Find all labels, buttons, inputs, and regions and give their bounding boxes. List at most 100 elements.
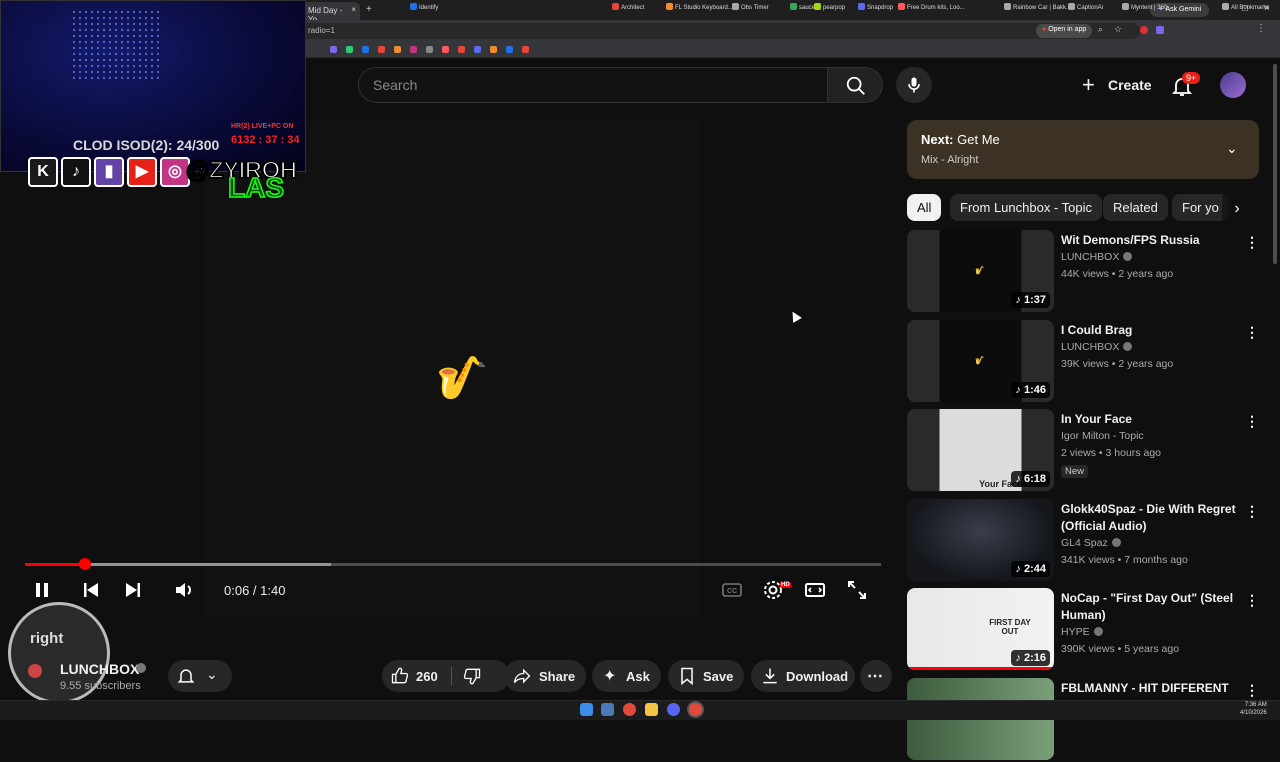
chevron-right-icon[interactable]: ›	[1222, 195, 1252, 222]
bookmark-item[interactable]: Myntent | 360	[1122, 3, 1167, 11]
bookmark-item[interactable]: Architect	[612, 3, 644, 11]
bookmark-item[interactable]: Obs Timer	[732, 3, 769, 11]
more-vertical-icon[interactable]: ⋮	[1245, 324, 1259, 341]
channel-avatar[interactable]	[28, 664, 42, 678]
more-vertical-icon[interactable]: ⋮	[1245, 592, 1259, 609]
bookmark-favicon-icon[interactable]	[330, 46, 337, 53]
bookmark-favicon-icon[interactable]	[490, 46, 497, 53]
theater-mode-button[interactable]	[803, 578, 829, 604]
captions-button[interactable]: CC	[720, 578, 746, 604]
zoom-icon[interactable]: ⌕	[1098, 24, 1103, 35]
chrome-icon[interactable]	[623, 703, 636, 716]
progress-scrubber[interactable]	[79, 558, 91, 570]
video-title[interactable]: I Could Brag	[1061, 322, 1251, 339]
ask-button[interactable]: ✦ Ask	[592, 660, 661, 692]
video-title[interactable]: NoCap - "First Day Out" (Steel Human)	[1061, 590, 1251, 624]
more-vertical-icon[interactable]: ⋮	[1245, 682, 1259, 699]
bookmark-favicon-icon[interactable]	[458, 46, 465, 53]
pause-button[interactable]	[30, 578, 56, 604]
avatar[interactable]	[1220, 72, 1246, 98]
recommendation-item[interactable]: FIRST DAY OUT ♪ 2:16 NoCap - "First Day Ou…	[907, 588, 1267, 672]
video-title[interactable]: Wit Demons/FPS Russia	[1061, 232, 1251, 249]
filter-chip[interactable]: For yo	[1172, 194, 1229, 221]
dislike-button[interactable]	[456, 660, 504, 692]
open-in-app-button[interactable]: ● Open in app	[1036, 24, 1093, 38]
bookmark-favicon-icon[interactable]	[522, 46, 529, 53]
video-title[interactable]: In Your Face	[1061, 411, 1251, 428]
bookmark-item[interactable]: Rainbow Car | Bakk...	[1004, 3, 1071, 11]
video-channel[interactable]: Igor Milton - Topic	[1061, 430, 1144, 442]
video-channel[interactable]: GL4 Spaz	[1061, 537, 1121, 549]
video-thumbnail[interactable]: FIRST DAY OUT ♪ 2:16	[907, 588, 1054, 670]
bookmark-item[interactable]: sauce	[790, 3, 815, 11]
chrome-active-icon[interactable]	[689, 703, 702, 716]
create-button[interactable]: + Create	[1072, 67, 1158, 103]
task-view-icon[interactable]	[601, 703, 614, 716]
chevron-down-icon[interactable]: ⌄	[1226, 140, 1238, 157]
video-channel[interactable]: LUNCHBOX	[1061, 341, 1133, 353]
up-next-panel[interactable]	[907, 120, 1259, 179]
share-button[interactable]: Share	[504, 660, 586, 692]
address-bar[interactable]: radio=1	[300, 23, 1140, 39]
video-channel[interactable]: LUNCHBOX	[1061, 251, 1133, 263]
filter-chip[interactable]: From Lunchbox - Topic	[950, 194, 1102, 221]
bookmark-item[interactable]: CaptionAi	[1068, 3, 1103, 11]
scrollbar-thumb[interactable]	[1273, 64, 1277, 264]
bookmark-item[interactable]: Identify	[410, 3, 438, 11]
save-button[interactable]: Save	[668, 660, 744, 692]
fullscreen-button[interactable]	[845, 578, 871, 604]
bookmark-favicon-icon[interactable]	[426, 46, 433, 53]
bookmark-favicon-icon[interactable]	[506, 46, 513, 53]
record-extension-icon[interactable]	[1140, 26, 1148, 34]
file-explorer-icon[interactable]	[645, 703, 658, 716]
bookmark-item[interactable]: Snapdrop	[858, 3, 893, 11]
filter-chip[interactable]: All	[907, 194, 942, 221]
discord-icon[interactable]	[667, 703, 680, 716]
bookmark-item[interactable]: All Bookmarks	[1222, 3, 1269, 11]
bookmark-item[interactable]: pearpop	[814, 3, 845, 11]
channel-name[interactable]: LUNCHBOX	[60, 661, 139, 677]
more-vertical-icon[interactable]: ⋮	[1245, 234, 1259, 251]
windows-start-icon[interactable]	[580, 703, 593, 716]
recommendation-item[interactable]: FBLMANNY - HIT DIFFERENT ⋮	[907, 678, 1267, 762]
like-button[interactable]: 260	[382, 660, 450, 692]
more-actions-button[interactable]: ⋯	[860, 660, 892, 692]
bookmark-item[interactable]: Free Drum kits, Loo...	[898, 3, 965, 11]
video-thumbnail[interactable]: ♪ 2:44	[907, 499, 1054, 581]
new-tab-button[interactable]: +	[366, 4, 372, 15]
next-button[interactable]	[121, 578, 147, 604]
extension-icon[interactable]	[1156, 26, 1164, 34]
tab-youtube[interactable]: Mid Day - Yo ×	[300, 2, 360, 24]
browser-menu-icon[interactable]: ⋮	[1256, 23, 1266, 34]
video-thumbnail[interactable]: Your Face ♪ 6:18	[907, 409, 1054, 491]
recommendation-item[interactable]: 🎷 ♪ 1:37 Wit Demons/FPS Russia LUNCHBOX 44K …	[907, 230, 1267, 314]
bookmark-item[interactable]: FL Studio Keyboard...	[666, 3, 733, 11]
bookmark-favicon-icon[interactable]	[474, 46, 481, 53]
video-thumbnail[interactable]: 🎷 ♪ 1:46	[907, 320, 1054, 402]
volume-button[interactable]	[173, 578, 199, 604]
voice-search-button[interactable]	[896, 67, 932, 103]
video-title[interactable]: Glokk40Spaz - Die With Regret (Official …	[1061, 501, 1251, 535]
bookmark-favicon-icon[interactable]	[378, 46, 385, 53]
subscription-bell-button[interactable]: ⌄	[168, 660, 232, 692]
search-input[interactable]: Search	[358, 67, 828, 103]
video-title[interactable]: FBLMANNY - HIT DIFFERENT	[1061, 680, 1251, 697]
previous-button[interactable]	[79, 578, 105, 604]
bookmark-favicon-icon[interactable]	[410, 46, 417, 53]
more-vertical-icon[interactable]: ⋮	[1245, 503, 1259, 520]
filter-chip[interactable]: Related	[1103, 194, 1168, 221]
bookmark-favicon-icon[interactable]	[362, 46, 369, 53]
recommendation-item[interactable]: Your Face ♪ 6:18 In Your Face Igor Milton -…	[907, 409, 1267, 493]
download-button[interactable]: Download	[751, 660, 855, 692]
recommendation-item[interactable]: ♪ 2:44 Glokk40Spaz - Die With Regret (Off…	[907, 499, 1267, 583]
more-vertical-icon[interactable]: ⋮	[1245, 413, 1259, 430]
tab-close-icon[interactable]: ×	[351, 5, 356, 14]
bookmark-favicon-icon[interactable]	[442, 46, 449, 53]
recommendation-item[interactable]: 🎷 ♪ 1:46 I Could Brag LUNCHBOX 39K views • 2…	[907, 320, 1267, 404]
bookmark-favicon-icon[interactable]	[394, 46, 401, 53]
search-button[interactable]	[827, 67, 883, 103]
bookmark-favicon-icon[interactable]	[346, 46, 353, 53]
video-channel[interactable]: HYPE	[1061, 626, 1103, 638]
bookmark-star-icon[interactable]: ☆	[1114, 24, 1122, 35]
video-thumbnail[interactable]: 🎷 ♪ 1:37	[907, 230, 1054, 312]
